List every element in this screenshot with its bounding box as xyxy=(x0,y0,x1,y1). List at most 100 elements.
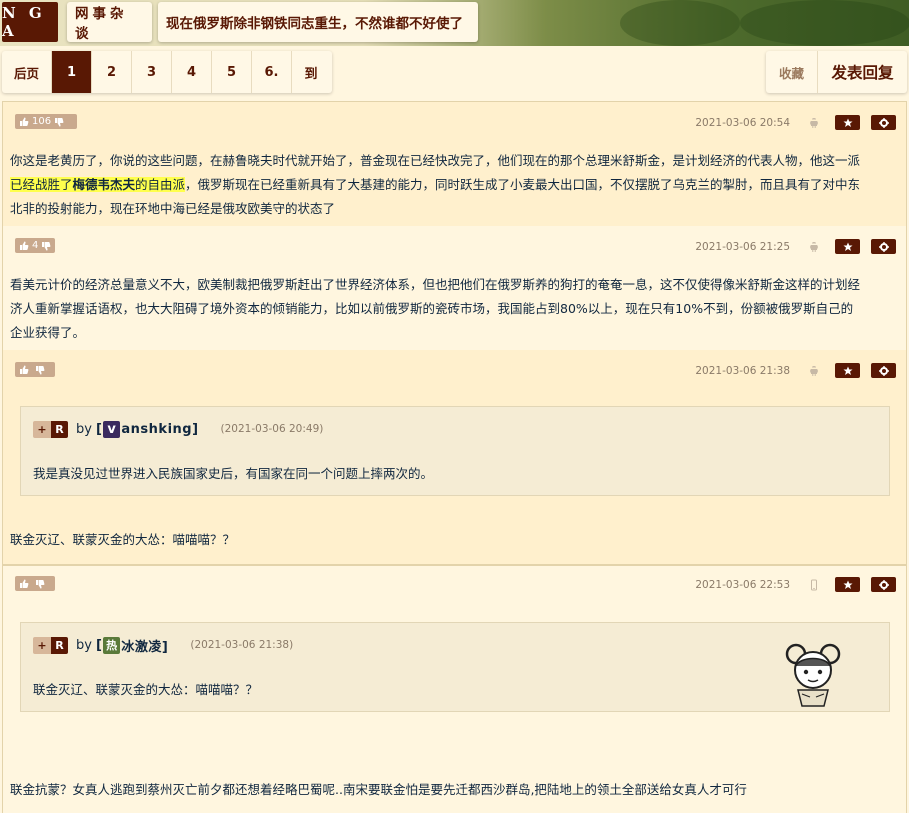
quote-block: + R by [v anshking] (2021-03-06 20:49) 我是真… xyxy=(20,406,890,496)
quoted-username[interactable]: [热冰激凌] xyxy=(96,636,168,655)
star-icon xyxy=(843,242,852,251)
gear-icon xyxy=(878,365,889,376)
thumb-down-icon[interactable] xyxy=(41,241,51,251)
gear-icon xyxy=(878,241,889,252)
quote-text: 联金灭辽、联蒙灭金的大怂：喵喵喵？？ xyxy=(33,682,259,697)
pager-page-6[interactable]: 6. xyxy=(252,51,292,93)
post-item: 4 2021-03-06 21:25 看美元计价的经济总量意义不大，欧美制裁把俄… xyxy=(3,226,906,350)
pager-prev-button[interactable]: 后页 xyxy=(2,51,52,93)
star-icon xyxy=(843,118,852,127)
vote-widget[interactable]: 4 xyxy=(15,238,55,253)
highlighted-text-part: 已经战胜了 xyxy=(10,177,73,192)
vote-widget[interactable] xyxy=(15,362,55,377)
thumb-up-icon[interactable] xyxy=(19,241,29,251)
user-avatar-icon: v xyxy=(103,420,121,438)
post-text-line: 联金抗蒙？女真人逃跑到蔡州灭亡前夕都还想着经略巴蜀呢..南宋要联金怕是要先迁都西… xyxy=(10,782,747,797)
post-timestamp: 2021-03-06 20:54 xyxy=(695,117,790,129)
pager-page-3[interactable]: 3 xyxy=(132,51,172,93)
pager-page-5[interactable]: 5 xyxy=(212,51,252,93)
thumb-up-icon[interactable] xyxy=(19,579,29,589)
quote-header: + R by [v anshking] (2021-03-06 20:49) xyxy=(33,419,323,439)
thumb-down-icon[interactable] xyxy=(54,117,64,127)
post-text-line: 联金灭辽、联蒙灭金的大怂：喵喵喵？？ xyxy=(10,532,236,547)
android-icon xyxy=(810,242,818,252)
quoted-username[interactable]: [v anshking] xyxy=(95,420,199,438)
vote-widget[interactable] xyxy=(15,576,55,591)
pager-page-1[interactable]: 1 xyxy=(52,51,92,93)
star-button[interactable] xyxy=(835,115,860,130)
topic-actions: 收藏 发表回复 xyxy=(766,51,907,93)
post-text-line: 企业获得了。 xyxy=(10,325,86,340)
username-bracket: [ xyxy=(95,637,103,653)
nga-logo[interactable]: N G A xyxy=(2,2,58,42)
settings-button[interactable] xyxy=(871,577,896,592)
post-text-line: 北非的投射能力，现在环地中海已经是俄攻欧美守的状态了 xyxy=(10,201,336,216)
quote-by-label: by xyxy=(76,637,92,653)
badge-r: R xyxy=(51,636,68,654)
settings-button[interactable] xyxy=(871,363,896,378)
badge-r: R xyxy=(51,420,68,438)
post-content: 看美元计价的经济总量意义不大，欧美制裁把俄罗斯赶出了世界经济体系，但也把他们在俄… xyxy=(10,273,900,345)
quote-text: 我是真没见过世界进入民族国家史后，有国家在同一个问题上摔两次的。 xyxy=(33,466,434,481)
post-item: 2021-03-06 22:53 + R by [热冰激凌] (2021-03-0… xyxy=(3,564,906,813)
post-text-line: 济人重新掌握话语权，也大大阻碍了境外资本的倾销能力，比如以前俄罗斯的瓷砖市场，我… xyxy=(10,301,854,316)
post-item: 2021-03-06 21:38 + R by [v anshking] (2021… xyxy=(3,350,906,564)
breadcrumb-forum[interactable]: 网事杂谈 xyxy=(67,2,152,42)
post-timestamp: 2021-03-06 22:53 xyxy=(695,579,790,591)
post-reply-button[interactable]: 发表回复 xyxy=(818,51,907,93)
quote-block: + R by [热冰激凌] (2021-03-06 21:38) 联金灭辽、联蒙灭… xyxy=(20,622,890,712)
phone-icon xyxy=(811,579,817,591)
thumb-up-icon[interactable] xyxy=(19,365,29,375)
post-text-line: 已经战胜了梅德韦杰夫的自由派，俄罗斯现在已经重新具有了大基建的能力，同时跃生成了… xyxy=(10,173,900,197)
quote-timestamp: (2021-03-06 21:38) xyxy=(190,639,294,651)
star-button[interactable] xyxy=(835,239,860,254)
breadcrumb-topic-title[interactable]: 现在俄罗斯除非钢铁同志重生，不然谁都不好使了 xyxy=(158,2,478,42)
post-text-part: ，俄罗斯现在已经重新具有了大基建的能力，同时跃生成了小麦最大出口国，不仅摆脱了乌… xyxy=(185,177,861,192)
pager-page-4[interactable]: 4 xyxy=(172,51,212,93)
android-icon xyxy=(810,366,818,376)
user-avatar-icon: 热 xyxy=(103,636,121,654)
favorite-button[interactable]: 收藏 xyxy=(766,51,818,93)
pagination: 后页 1 2 3 4 5 6. 到 xyxy=(2,51,332,93)
quote-header: + R by [热冰激凌] (2021-03-06 21:38) xyxy=(33,635,293,655)
post-text-line: 你这是老黄历了，你说的这些问题，在赫鲁晓夫时代就开始了，普金现在已经快改完了，他… xyxy=(10,153,861,168)
post-content: 你这是老黄历了，你说的这些问题，在赫鲁晓夫时代就开始了，普金现在已经快改完了，他… xyxy=(10,149,900,221)
post-content: 联金抗蒙？女真人逃跑到蔡州灭亡前夕都还想着经略巴蜀呢..南宋要联金怕是要先迁都西… xyxy=(10,778,900,802)
thumb-down-icon[interactable] xyxy=(35,365,45,375)
post-list: 106 2021-03-06 20:54 你这是老黄历了，你说的这些问题，在赫鲁… xyxy=(2,101,907,813)
username-bracket: [ xyxy=(95,421,103,437)
post-text-line: 看美元计价的经济总量意义不大，欧美制裁把俄罗斯赶出了世界经济体系，但也把他们在俄… xyxy=(10,277,861,292)
badge-plus: + xyxy=(33,420,51,438)
highlighted-text-part: 的自由派 xyxy=(135,177,186,192)
post-timestamp: 2021-03-06 21:25 xyxy=(695,241,790,253)
username-text: anshking] xyxy=(121,421,199,437)
post-content: 联金灭辽、联蒙灭金的大怂：喵喵喵？？ xyxy=(10,528,900,552)
vote-count: 4 xyxy=(32,240,39,251)
highlighted-text: 已经战胜了梅德韦杰夫的自由派 xyxy=(10,177,186,192)
highlighted-bold-name: 梅德韦杰夫 xyxy=(72,177,136,192)
post-timestamp: 2021-03-06 21:38 xyxy=(695,365,790,377)
settings-button[interactable] xyxy=(871,115,896,130)
mascot-sticker xyxy=(785,643,841,707)
pager-goto-button[interactable]: 到 xyxy=(292,51,330,93)
site-header: N G A 网事杂谈 现在俄罗斯除非钢铁同志重生，不然谁都不好使了 xyxy=(0,0,909,46)
reply-badge[interactable]: + R xyxy=(33,420,68,438)
vote-count: 106 xyxy=(32,116,52,127)
badge-plus: + xyxy=(33,636,51,654)
star-icon xyxy=(843,366,852,375)
post-item: 106 2021-03-06 20:54 你这是老黄历了，你说的这些问题，在赫鲁… xyxy=(3,102,906,226)
quote-timestamp: (2021-03-06 20:49) xyxy=(220,423,324,435)
settings-button[interactable] xyxy=(871,239,896,254)
vote-widget[interactable]: 106 xyxy=(15,114,77,129)
username-text: 冰激凌] xyxy=(121,639,169,655)
star-button[interactable] xyxy=(835,577,860,592)
header-decoration xyxy=(740,0,909,46)
thumb-up-icon[interactable] xyxy=(19,117,29,127)
thumb-down-icon[interactable] xyxy=(35,579,45,589)
quote-by-label: by xyxy=(76,421,92,437)
reply-badge[interactable]: + R xyxy=(33,636,68,654)
pager-page-2[interactable]: 2 xyxy=(92,51,132,93)
header-decoration xyxy=(620,0,740,46)
star-button[interactable] xyxy=(835,363,860,378)
gear-icon xyxy=(878,579,889,590)
